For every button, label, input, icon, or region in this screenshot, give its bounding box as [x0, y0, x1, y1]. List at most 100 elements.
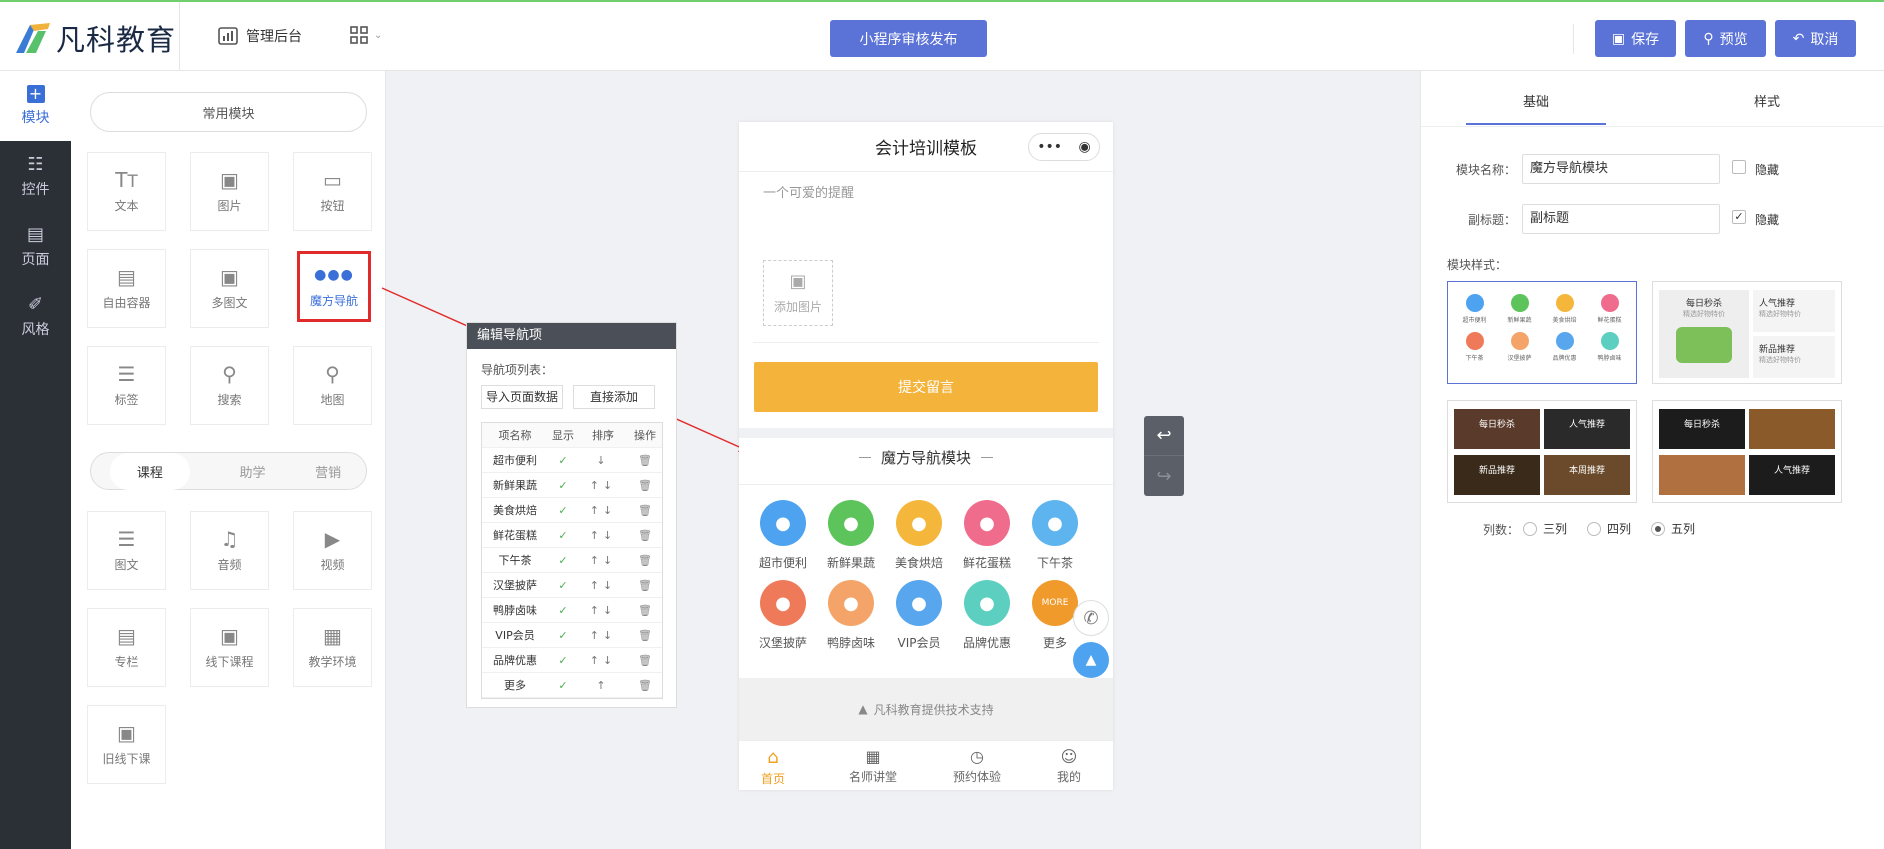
add-directly-button[interactable]: 直接添加	[573, 385, 655, 409]
tab-marketing[interactable]: 营销	[315, 462, 341, 481]
module-label: 音频	[217, 558, 242, 572]
tab-course[interactable]: 课程	[109, 452, 190, 490]
style-option-mosaic[interactable]: 每日秒杀 人气推荐	[1652, 400, 1842, 503]
module-image-text[interactable]: ☰ 图文	[87, 511, 166, 590]
sort-arrows[interactable]: ↑	[578, 679, 628, 692]
nav-item[interactable]: ● 超市便利	[748, 500, 818, 571]
visible-check-icon[interactable]: ✓	[548, 529, 578, 542]
style-option-icon-grid[interactable]: 超市便利 新鲜果蔬 美食烘焙 鲜花蛋糕 下午茶 汉堡披萨 品牌优惠 鸭脖卤味	[1447, 281, 1637, 384]
nav-item[interactable]: ● 鲜花蛋糕	[952, 500, 1022, 571]
subtitle-input[interactable]: 副标题	[1522, 204, 1720, 234]
tab-basic[interactable]: 基础	[1466, 91, 1606, 110]
nav-item[interactable]: ● 鸭脖卤味	[816, 580, 886, 651]
delete-icon[interactable]: 🗑	[628, 479, 662, 492]
delete-icon[interactable]: 🗑	[628, 554, 662, 567]
module-image[interactable]: ▣ 图片	[190, 152, 269, 231]
nav-item[interactable]: ● 美食烘焙	[884, 500, 954, 571]
sort-arrows[interactable]: ↑↓	[578, 604, 628, 617]
sort-arrows[interactable]: ↓	[578, 454, 628, 467]
sort-arrows[interactable]: ↑↓	[578, 504, 628, 517]
delete-icon[interactable]: 🗑	[628, 504, 662, 517]
nav-item[interactable]: ● 新鲜果蔬	[816, 500, 886, 571]
nav-item[interactable]: ● 品牌优惠	[952, 580, 1022, 651]
tab-study-aid[interactable]: 助学	[239, 462, 265, 481]
delete-icon[interactable]: 🗑	[628, 679, 662, 692]
tab-style[interactable]: 样式	[1697, 91, 1837, 110]
cancel-button[interactable]: ↶ 取消	[1775, 20, 1856, 57]
phone-call-icon[interactable]: ✆	[1073, 600, 1109, 636]
module-cube-nav[interactable]: ●●● 魔方导航	[297, 251, 371, 322]
visible-check-icon[interactable]: ✓	[548, 504, 578, 517]
brand-logo[interactable]: 凡科教育	[12, 16, 176, 60]
delete-icon[interactable]: 🗑	[628, 529, 662, 542]
add-image-button[interactable]: ▣ 添加图片	[763, 260, 833, 326]
delete-icon[interactable]: 🗑	[628, 654, 662, 667]
sidebar-item-modules[interactable]: + 模块	[0, 71, 71, 141]
publish-button[interactable]: 小程序审核发布	[830, 20, 987, 57]
module-button[interactable]: ▭ 按钮	[293, 152, 372, 231]
tabbar-mine[interactable]: ☺ 我的	[1057, 747, 1081, 785]
delete-icon[interactable]: 🗑	[628, 604, 662, 617]
radio-four-columns[interactable]: 四列	[1587, 520, 1631, 537]
hide-name-checkbox[interactable]	[1732, 160, 1746, 174]
tabbar-teachers[interactable]: ▦ 名师讲堂	[849, 747, 897, 785]
style-option-banner-left[interactable]: 每日秒杀 精选好物特价 人气推荐 精选好物特价 新品推荐 精选好物特价	[1652, 281, 1842, 384]
module-audio[interactable]: ♫ 音频	[190, 511, 269, 590]
common-modules-header[interactable]: 常用模块	[90, 92, 367, 132]
redo-icon[interactable]: ↪	[1144, 456, 1184, 496]
hide-subtitle-checkbox[interactable]: ✓	[1732, 210, 1746, 224]
tabbar-home[interactable]: ⌂ 首页	[761, 747, 785, 787]
sort-arrows[interactable]: ↑↓	[578, 654, 628, 667]
module-free-container[interactable]: ▤ 自由容器	[87, 249, 166, 328]
admin-link[interactable]: 管理后台	[218, 26, 302, 46]
capsule-menu[interactable]: ••• ◉	[1028, 133, 1100, 161]
visible-check-icon[interactable]: ✓	[548, 479, 578, 492]
sort-arrows[interactable]: ↑↓	[578, 579, 628, 592]
sort-arrows[interactable]: ↑↓	[578, 554, 628, 567]
visible-check-icon[interactable]: ✓	[548, 604, 578, 617]
module-multi-image-text[interactable]: ▣ 多图文	[190, 249, 269, 328]
module-search[interactable]: ⚲ 搜索	[190, 346, 269, 425]
visible-check-icon[interactable]: ✓	[548, 554, 578, 567]
module-video[interactable]: ▶ 视频	[293, 511, 372, 590]
close-target-icon[interactable]: ◉	[1079, 139, 1091, 155]
visible-check-icon[interactable]: ✓	[548, 654, 578, 667]
visible-check-icon[interactable]: ✓	[548, 679, 578, 692]
sort-arrows[interactable]: ↑↓	[578, 529, 628, 542]
style-option-four-tiles[interactable]: 每日秒杀 人气推荐 新品推荐 本周推荐	[1447, 400, 1637, 503]
import-page-data-button[interactable]: 导入页面数据	[481, 385, 563, 409]
module-offline-course[interactable]: ▣ 线下课程	[190, 608, 269, 687]
module-teaching-env[interactable]: ▦ 教学环境	[293, 608, 372, 687]
sidebar-item-pages[interactable]: ▤ 页面	[0, 211, 71, 281]
nav-item[interactable]: ● 下午茶	[1020, 500, 1090, 571]
visible-check-icon[interactable]: ✓	[548, 454, 578, 467]
save-button[interactable]: ▣ 保存	[1595, 20, 1676, 57]
brand-float-icon[interactable]: ▲	[1073, 642, 1109, 678]
sort-arrows[interactable]: ↑↓	[578, 479, 628, 492]
delete-icon[interactable]: 🗑	[628, 454, 662, 467]
undo-icon[interactable]: ↩	[1144, 416, 1184, 456]
module-column[interactable]: ▤ 专栏	[87, 608, 166, 687]
radio-five-columns[interactable]: 五列	[1651, 520, 1695, 537]
more-dots-icon[interactable]: •••	[1037, 139, 1062, 155]
nav-item-icon: ●	[760, 500, 806, 546]
tabbar-booking[interactable]: ◷ 预约体验	[953, 747, 1001, 785]
sidebar-item-controls[interactable]: ☷ 控件	[0, 141, 71, 211]
apps-menu-button[interactable]: ⌄	[350, 26, 382, 44]
nav-item[interactable]: ● VIP会员	[884, 580, 954, 651]
delete-icon[interactable]: 🗑	[628, 629, 662, 642]
visible-check-icon[interactable]: ✓	[548, 579, 578, 592]
visible-check-icon[interactable]: ✓	[548, 629, 578, 642]
sidebar-item-style[interactable]: ✐ 风格	[0, 281, 71, 351]
module-old-offline-course[interactable]: ▣ 旧线下课	[87, 705, 166, 784]
module-tag[interactable]: ☰ 标签	[87, 346, 166, 425]
nav-item[interactable]: ● 汉堡披萨	[748, 580, 818, 651]
submit-message-button[interactable]: 提交留言	[754, 362, 1098, 412]
delete-icon[interactable]: 🗑	[628, 579, 662, 592]
module-text[interactable]: TT 文本	[87, 152, 166, 231]
sort-arrows[interactable]: ↑↓	[578, 629, 628, 642]
radio-three-columns[interactable]: 三列	[1523, 520, 1567, 537]
module-name-input[interactable]: 魔方导航模块	[1522, 154, 1720, 184]
preview-button[interactable]: ⚲ 预览	[1685, 20, 1766, 57]
module-map[interactable]: ⚲ 地图	[293, 346, 372, 425]
